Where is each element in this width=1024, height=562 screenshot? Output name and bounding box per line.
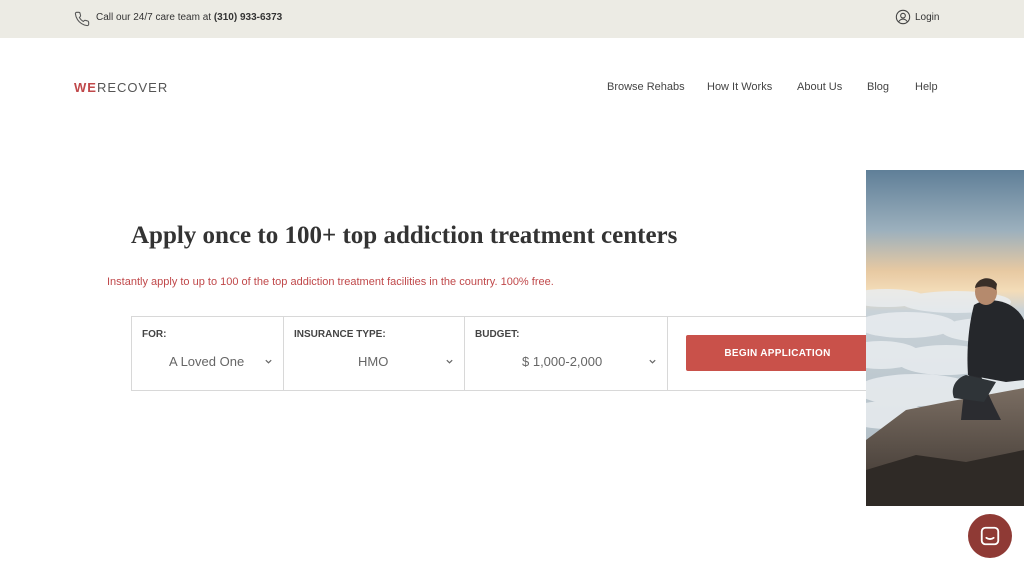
call-text: Call our 24/7 care team at (310) 933-637… <box>96 12 282 23</box>
for-label: FOR: <box>142 329 167 340</box>
nav-about-us[interactable]: About Us <box>797 81 842 93</box>
insurance-type-select[interactable]: INSURANCE TYPE: HMO <box>284 317 465 390</box>
login-link[interactable]: Login <box>895 9 939 25</box>
submit-cell: BEGIN APPLICATION <box>668 317 885 390</box>
call-prefix: Call our 24/7 care team at <box>96 12 214 23</box>
user-circle-icon <box>895 9 911 25</box>
login-label: Login <box>915 11 940 23</box>
hero-subtitle: Instantly apply to up to 100 of the top … <box>107 276 554 288</box>
phone-number-link[interactable]: (310) 933-6373 <box>214 12 282 23</box>
chat-icon <box>980 526 1000 546</box>
budget-select[interactable]: BUDGET: $ 1,000-2,000 <box>465 317 668 390</box>
insurance-type-label: INSURANCE TYPE: <box>294 329 386 340</box>
hero-photo-illustration <box>866 170 1024 506</box>
nav-how-it-works[interactable]: How It Works <box>707 81 772 93</box>
application-form: FOR: A Loved One INSURANCE TYPE: HMO BUD… <box>131 316 886 391</box>
for-select[interactable]: FOR: A Loved One <box>132 317 284 390</box>
nav-blog[interactable]: Blog <box>867 81 889 93</box>
main-nav: Browse Rehabs How It Works About Us Blog… <box>0 81 1024 95</box>
hero-photo <box>866 170 1024 506</box>
hero-title: Apply once to 100+ top addiction treatme… <box>131 222 678 249</box>
chevron-down-icon <box>649 359 656 364</box>
chevron-down-icon <box>446 359 453 364</box>
begin-application-button[interactable]: BEGIN APPLICATION <box>686 335 869 371</box>
budget-label: BUDGET: <box>475 329 520 340</box>
nav-browse-rehabs[interactable]: Browse Rehabs <box>607 81 685 93</box>
for-value: A Loved One <box>169 354 245 369</box>
chat-launcher-button[interactable] <box>968 514 1012 558</box>
nav-help[interactable]: Help <box>915 81 938 93</box>
top-bar: Call our 24/7 care team at (310) 933-637… <box>0 0 1024 38</box>
budget-value: $ 1,000-2,000 <box>522 354 603 369</box>
insurance-type-value: HMO <box>358 354 389 369</box>
phone-icon <box>74 11 90 27</box>
chevron-down-icon <box>265 359 272 364</box>
